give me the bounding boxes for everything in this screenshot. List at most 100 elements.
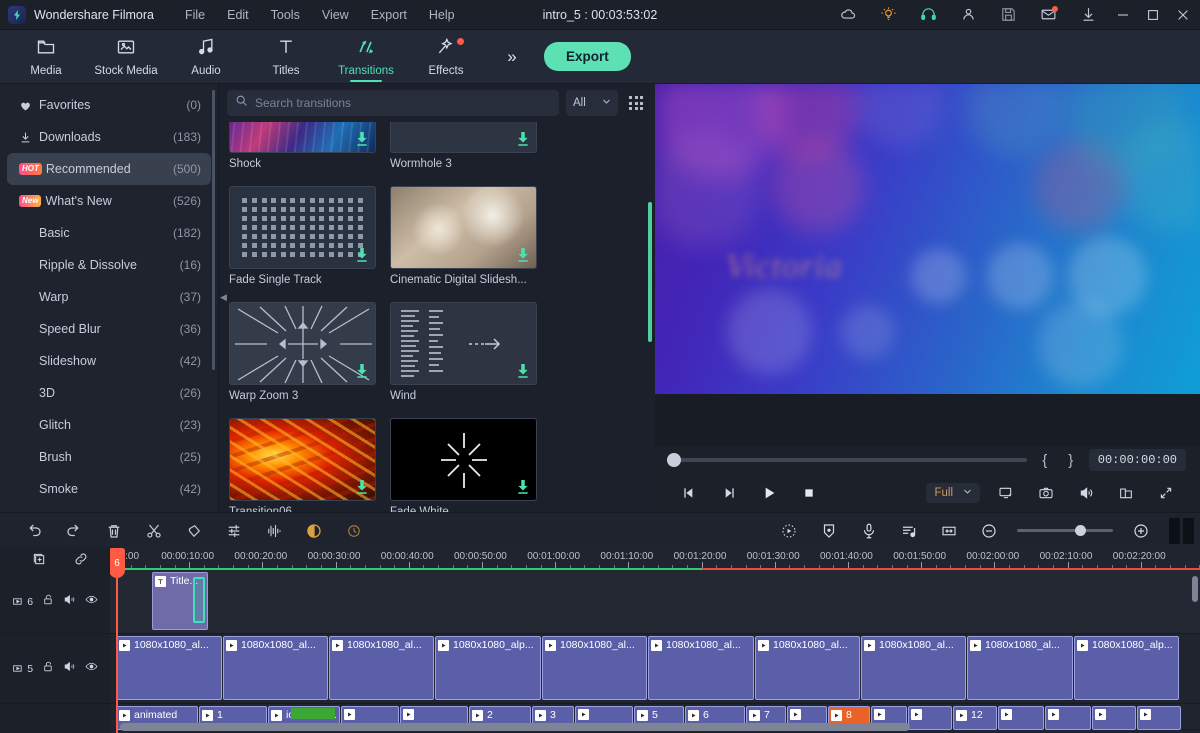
menu-tools[interactable]: Tools [260,4,311,26]
filter-dropdown[interactable]: All [566,90,618,116]
timeline-clip[interactable]: 1080x1080_alp... [1074,636,1179,700]
snapshot-icon[interactable] [1026,474,1066,512]
maximize-button[interactable] [1138,0,1168,30]
transition-thumbnail[interactable] [229,186,376,269]
track-header-6[interactable]: 6 [0,570,110,634]
split-scissors-icon[interactable] [134,513,174,549]
render-preview-button[interactable] [1169,517,1194,544]
tab-effects[interactable]: Effects [406,30,486,84]
headset-icon[interactable] [908,0,948,30]
timeline-clip[interactable] [908,706,952,730]
timeline-horizontal-scrollbar[interactable] [120,723,910,731]
seek-handle[interactable] [667,453,681,467]
eye-icon[interactable] [85,593,98,611]
volume-icon[interactable] [1066,474,1106,512]
preview-quality-dropdown[interactable]: Full [926,483,980,503]
timeline-vertical-scrollbar[interactable] [1192,576,1198,602]
tab-stock-media[interactable]: Stock Media [86,30,166,84]
download-icon[interactable] [1068,0,1108,30]
audio-waveform-icon[interactable] [254,513,294,549]
timeline-clip[interactable]: Title... [152,572,208,630]
download-icon[interactable] [516,479,530,495]
transition-thumbnail[interactable] [390,186,537,269]
mark-in-button[interactable]: { [1037,452,1053,469]
download-icon[interactable] [516,131,530,147]
timeline-clip[interactable]: 1080x1080_al... [223,636,328,700]
collapse-panel-icon[interactable]: ◀ [220,289,228,305]
transition-thumbnail[interactable] [390,418,537,501]
timeline-clip[interactable] [1092,706,1136,730]
timeline-clip[interactable] [1045,706,1091,730]
track-row-5[interactable]: 1080x1080_al... 1080x1080_al... 1080x1080_… [110,634,1200,704]
timeline-clip[interactable]: 1080x1080_al... [116,636,222,700]
stop-button[interactable] [789,474,829,512]
transition-card[interactable]: Fade White [390,418,537,512]
audio-mixer-icon[interactable] [889,513,929,549]
preview-timecode[interactable]: 00:00:00:00 [1088,449,1186,471]
tab-titles[interactable]: Titles [246,30,326,84]
display-settings-icon[interactable] [986,474,1026,512]
redo-icon[interactable] [54,513,94,549]
sidebar-scrollbar[interactable] [212,90,215,370]
menu-help[interactable]: Help [418,4,466,26]
playhead[interactable]: 6 [110,548,125,733]
sidebar-item-glitch[interactable]: Glitch (23) [7,409,211,441]
sidebar-item-recommended[interactable]: HOT Recommended (500) [7,153,211,185]
timeline-clip[interactable]: 1080x1080_al... [755,636,860,700]
transition-thumbnail[interactable] [229,418,376,501]
track-header-5[interactable]: 5 [0,634,110,704]
transition-card[interactable]: Cinematic Digital Slidesh... [390,186,537,286]
grid-view-icon[interactable] [625,96,647,110]
transition-thumbnail[interactable] [390,122,537,153]
timeline-clip[interactable]: 12 [953,706,997,730]
voiceover-icon[interactable] [849,513,889,549]
download-icon[interactable] [516,363,530,379]
sidebar-item-whats-new[interactable]: New What's New (526) [7,185,211,217]
export-button[interactable]: Export [544,42,631,71]
close-button[interactable] [1168,0,1198,30]
marker-icon[interactable] [809,513,849,549]
add-track-icon[interactable] [18,548,60,570]
download-icon[interactable] [355,247,369,263]
prev-frame-button[interactable] [669,474,709,512]
sidebar-item-speed-blur[interactable]: Speed Blur (36) [7,313,211,345]
sidebar-item-downloads[interactable]: Downloads (183) [7,121,211,153]
timeline-tracks-area[interactable]: 00:00 00:00:10:00 00:00:20:00 00:00:30:00 00… [110,548,1200,733]
more-tabs-button[interactable]: » [490,30,534,84]
color-match-icon[interactable] [294,513,334,549]
zoom-in-icon[interactable] [1121,513,1161,549]
transition-card[interactable]: Warp Zoom 3 [229,302,376,402]
transition-thumbnail[interactable] [229,302,376,385]
lock-icon[interactable] [42,593,55,611]
timeline-clip[interactable]: 1080x1080_al... [967,636,1073,700]
save-icon[interactable] [988,0,1028,30]
playhead-handle[interactable]: 6 [110,548,125,578]
lightbulb-icon[interactable] [868,0,908,30]
menu-file[interactable]: File [174,4,216,26]
timeline-zoom-slider[interactable] [1017,525,1113,536]
video-preview-canvas[interactable]: Victoria [655,84,1200,394]
fullscreen-icon[interactable] [1146,474,1186,512]
play-button[interactable] [749,474,789,512]
transition-card[interactable]: Transition06 [229,418,376,512]
timeline-clip[interactable]: 1080x1080_al... [861,636,966,700]
timeline-clip[interactable] [1137,706,1181,730]
timeline-clip[interactable]: 1080x1080_al... [648,636,754,700]
track-row-6[interactable]: Title... [110,570,1200,634]
mail-icon[interactable] [1028,0,1068,30]
mark-out-button[interactable]: } [1063,452,1079,469]
sidebar-item-ripple-dissolve[interactable]: Ripple & Dissolve (16) [7,249,211,281]
menu-edit[interactable]: Edit [216,4,260,26]
adjust-sliders-icon[interactable] [214,513,254,549]
sidebar-item-basic[interactable]: Basic (182) [7,217,211,249]
timeline-ruler[interactable]: 00:00 00:00:10:00 00:00:20:00 00:00:30:00 00… [110,548,1200,570]
export-frame-icon[interactable] [1106,474,1146,512]
sidebar-item-warp[interactable]: Warp (37) [7,281,211,313]
cloud-icon[interactable] [828,0,868,30]
sidebar-item-brush[interactable]: Brush (25) [7,441,211,473]
mute-icon[interactable] [63,660,76,678]
search-box[interactable] [227,90,559,116]
timeline-clip[interactable]: 1080x1080_al... [329,636,434,700]
timeline-clip[interactable] [998,706,1044,730]
sidebar-item-3d[interactable]: 3D (26) [7,377,211,409]
